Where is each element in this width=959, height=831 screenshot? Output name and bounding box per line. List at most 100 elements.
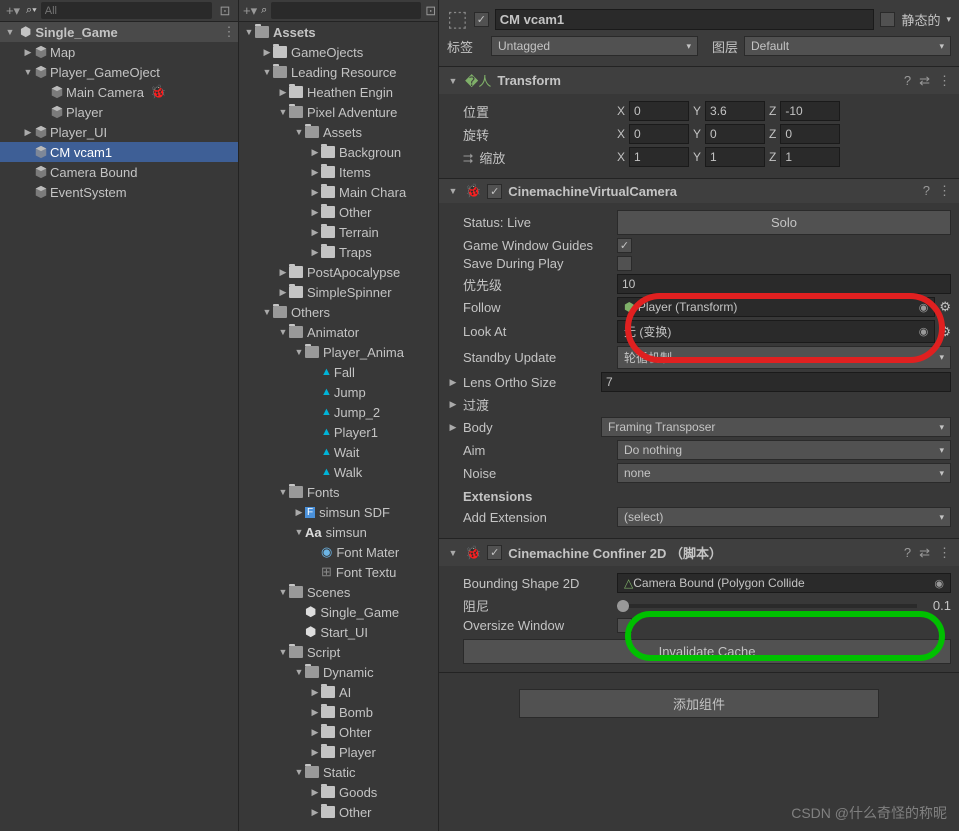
project-item[interactable]: ▶AI: [239, 682, 438, 702]
chevron-icon[interactable]: ▶: [277, 267, 289, 278]
standby-dropdown[interactable]: 轮循机制: [617, 346, 951, 369]
chevron-icon[interactable]: ▶: [309, 707, 321, 718]
add-icon[interactable]: +▾: [4, 3, 22, 19]
project-item[interactable]: ▼Others: [239, 302, 438, 322]
chevron-down-icon[interactable]: ▼: [243, 27, 255, 37]
help-icon[interactable]: ?: [904, 545, 911, 561]
project-item[interactable]: ▶Fsimsun SDF: [239, 502, 438, 522]
project-item[interactable]: ▼Fonts: [239, 482, 438, 502]
chevron-right-icon[interactable]: ▶: [447, 422, 459, 433]
pos-z[interactable]: [780, 101, 840, 121]
chevron-icon[interactable]: ▶: [293, 507, 305, 518]
scale-x[interactable]: [629, 147, 689, 167]
chevron-down-icon[interactable]: ▼: [4, 27, 16, 37]
project-item[interactable]: ▲Jump: [239, 382, 438, 402]
chevron-icon[interactable]: ▶: [22, 47, 34, 58]
object-picker-icon[interactable]: ◉: [919, 301, 929, 314]
chevron-right-icon[interactable]: ▶: [447, 399, 459, 410]
vcam-header[interactable]: ▼ 🐞 CinemachineVirtualCamera ? ⋮: [439, 179, 959, 203]
project-item[interactable]: ▶Backgroun: [239, 142, 438, 162]
project-item[interactable]: ▶Other: [239, 802, 438, 822]
scale-y[interactable]: [705, 147, 765, 167]
project-item[interactable]: ⬢Single_Game: [239, 602, 438, 622]
tag-dropdown[interactable]: Untagged: [491, 36, 698, 56]
project-item[interactable]: ▼Leading Resource: [239, 62, 438, 82]
project-search[interactable]: [271, 2, 421, 19]
kebab-icon[interactable]: ⋮: [938, 73, 951, 89]
chevron-icon[interactable]: ▶: [309, 787, 321, 798]
chevron-icon[interactable]: ▶: [309, 147, 321, 158]
hierarchy-item[interactable]: Camera Bound: [0, 162, 238, 182]
chevron-down-icon[interactable]: ▾: [946, 14, 951, 25]
chevron-icon[interactable]: ▶: [277, 87, 289, 98]
saveplay-checkbox[interactable]: [617, 256, 632, 271]
help-icon[interactable]: ?: [923, 183, 930, 199]
chevron-icon[interactable]: ▶: [309, 247, 321, 258]
chevron-icon[interactable]: ▼: [293, 127, 305, 137]
project-item[interactable]: ▲Wait: [239, 442, 438, 462]
chevron-icon[interactable]: ▶: [261, 47, 273, 58]
project-item[interactable]: ▼Assets: [239, 122, 438, 142]
project-item[interactable]: ▼Player_Anima: [239, 342, 438, 362]
scale-z[interactable]: [780, 147, 840, 167]
chevron-icon[interactable]: ▶: [277, 287, 289, 298]
pos-y[interactable]: [705, 101, 765, 121]
rot-z[interactable]: [780, 124, 840, 144]
body-dropdown[interactable]: Framing Transposer: [601, 417, 951, 437]
project-item[interactable]: ▶Heathen Engin: [239, 82, 438, 102]
project-item[interactable]: ▶Ohter: [239, 722, 438, 742]
project-item[interactable]: ▼Pixel Adventure: [239, 102, 438, 122]
project-item[interactable]: ▶Traps: [239, 242, 438, 262]
chevron-icon[interactable]: ▶: [309, 167, 321, 178]
project-item[interactable]: ⬢Start_UI: [239, 622, 438, 642]
project-item[interactable]: ▲Jump_2: [239, 402, 438, 422]
lens-field[interactable]: [601, 372, 951, 392]
aim-dropdown[interactable]: Do nothing: [617, 440, 951, 460]
preset-icon[interactable]: ⇄: [919, 73, 930, 89]
gear-icon[interactable]: ⚙: [939, 324, 951, 340]
gear-icon[interactable]: ⚙: [939, 299, 951, 315]
add-component-button[interactable]: 添加组件: [519, 689, 879, 718]
chevron-icon[interactable]: ▶: [309, 687, 321, 698]
pos-x[interactable]: [629, 101, 689, 121]
chevron-icon[interactable]: ▼: [261, 67, 273, 77]
filter-icon[interactable]: ⊡: [425, 3, 436, 19]
component-enable-checkbox[interactable]: [487, 184, 502, 199]
chevron-icon[interactable]: ▼: [293, 667, 305, 677]
filter-icon[interactable]: ⊡: [216, 3, 234, 19]
component-enable-checkbox[interactable]: [487, 545, 502, 560]
project-item[interactable]: ▲Player1: [239, 422, 438, 442]
chevron-icon[interactable]: ▶: [22, 127, 34, 138]
hierarchy-item[interactable]: EventSystem: [0, 182, 238, 202]
chevron-icon[interactable]: ▶: [309, 807, 321, 818]
chevron-icon[interactable]: ▶: [309, 747, 321, 758]
chevron-right-icon[interactable]: ▶: [447, 377, 459, 388]
damping-slider[interactable]: [617, 604, 917, 608]
kebab-icon[interactable]: ⋮: [938, 183, 951, 199]
project-item[interactable]: ▶GameOjects: [239, 42, 438, 62]
assets-root[interactable]: ▼ Assets: [239, 22, 438, 42]
chevron-icon[interactable]: ▼: [261, 307, 273, 317]
transform-header[interactable]: ▼ �人 Transform ? ⇄ ⋮: [439, 67, 959, 94]
chevron-icon[interactable]: ▶: [309, 727, 321, 738]
project-item[interactable]: ▶Main Chara: [239, 182, 438, 202]
kebab-icon[interactable]: ⋮: [220, 24, 238, 40]
chevron-icon[interactable]: ▼: [277, 587, 289, 597]
project-item[interactable]: ▼Animator: [239, 322, 438, 342]
rot-x[interactable]: [629, 124, 689, 144]
chevron-icon[interactable]: ▼: [277, 107, 289, 117]
project-item[interactable]: ⊞Font Textu: [239, 562, 438, 582]
solo-button[interactable]: Solo: [617, 210, 951, 235]
project-item[interactable]: ▶Player: [239, 742, 438, 762]
project-item[interactable]: ▼Scenes: [239, 582, 438, 602]
project-item[interactable]: ◉Font Mater: [239, 542, 438, 562]
project-item[interactable]: ▶Goods: [239, 782, 438, 802]
priority-field[interactable]: [617, 274, 951, 294]
chevron-icon[interactable]: ▼: [293, 347, 305, 357]
project-item[interactable]: ▲Fall: [239, 362, 438, 382]
oversize-checkbox[interactable]: [617, 618, 632, 633]
bounds-field[interactable]: △Camera Bound (Polygon Collide◉: [617, 573, 951, 593]
invalidate-button[interactable]: Invalidate Cache: [463, 639, 951, 664]
chevron-icon[interactable]: ▼: [277, 647, 289, 657]
follow-field[interactable]: ⬢ Player (Transform)◉: [617, 297, 935, 317]
